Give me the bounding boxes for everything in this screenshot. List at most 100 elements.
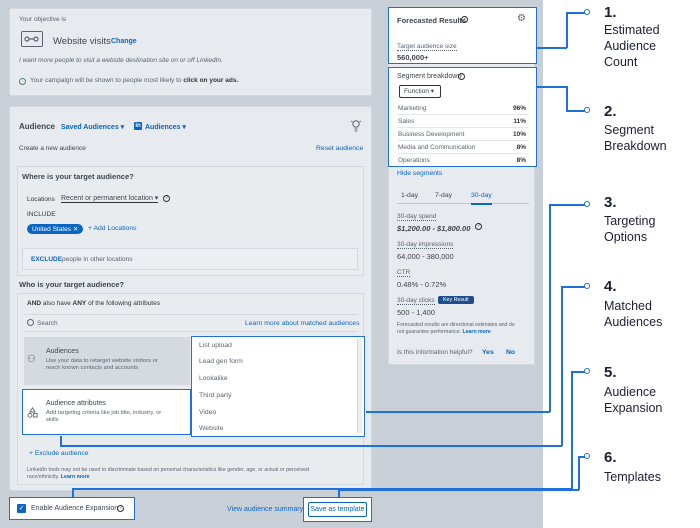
change-objective-link[interactable]: Change	[111, 38, 137, 45]
callout-1-number: 1.	[604, 4, 617, 21]
connector-3-dot	[584, 201, 590, 207]
ctr-value: 0.48% - 0.72%	[397, 280, 447, 289]
segment-title: Segment breakdown	[397, 73, 462, 80]
helpful-question: Is this information helpful?	[397, 349, 473, 356]
objective-note: Your campaign will be shown to people mo…	[30, 77, 239, 84]
connector-4-dot	[584, 283, 590, 289]
segment-select[interactable]: Function ▾	[399, 85, 441, 98]
disclaimer-line1: LinkedIn tools may not be used to discri…	[27, 467, 310, 473]
connector-6-v-left	[338, 489, 340, 498]
callout-2-number: 2.	[604, 103, 617, 120]
where-question: Where is your target audience?	[22, 172, 134, 181]
connector-4-h-bottom	[60, 445, 562, 447]
learn-more-matched-link[interactable]: Learn more about matched audiences	[245, 320, 360, 327]
connector-5-v	[571, 371, 573, 489]
callout-1-label: Estimated Audience Count	[604, 23, 660, 69]
connector-6-dot	[584, 453, 590, 459]
connector-2-h	[537, 86, 567, 88]
create-new-audience-label: Create a new audience	[19, 145, 86, 152]
dropdown-item-lead-gen-form[interactable]: Lead gen form	[199, 358, 243, 365]
add-locations-button[interactable]: + Add Locations	[88, 225, 137, 232]
location-pill-united-states[interactable]: United States ✕	[27, 224, 84, 234]
connector-1-h	[537, 47, 567, 49]
expansion-help-icon[interactable]: ?	[117, 505, 124, 512]
objective-description: I want more people to visit a website de…	[19, 57, 223, 64]
dropdown-item-lookalike[interactable]: Lookalike	[199, 375, 228, 382]
dropdown-item-list-upload[interactable]: List upload	[199, 342, 232, 349]
audience-attributes-desc2: skills	[46, 417, 59, 423]
expansion-checkbox[interactable]: ✓	[17, 504, 26, 513]
helpful-no-button[interactable]: No	[506, 349, 515, 356]
help-icon[interactable]: ?	[163, 195, 170, 202]
target-size-label: Target audience size	[397, 43, 457, 51]
impressions-value: 64,000 - 380,000	[397, 252, 454, 261]
callout-6-number: 6.	[604, 449, 617, 466]
dropdown-scrollbar[interactable]	[357, 339, 362, 433]
include-label: INCLUDE	[27, 211, 56, 218]
segment-help-icon[interactable]: ?	[458, 73, 465, 80]
connector-4-h	[561, 286, 585, 288]
dropdown-item-video[interactable]: Video	[199, 409, 216, 416]
objective-header: Your objective is	[19, 16, 67, 23]
spend-info-icon[interactable]: ?	[475, 223, 482, 230]
key-result-badge: Key Result	[438, 296, 474, 304]
callout-4-number: 4.	[604, 278, 617, 295]
callout-4-label: Matched Audiences	[604, 299, 663, 329]
connector-3-v	[549, 204, 551, 412]
audiences-option-title: Audiences	[46, 348, 79, 355]
reset-audience-link[interactable]: Reset audience	[316, 145, 363, 152]
gear-icon[interactable]: ⚙	[517, 13, 526, 24]
ctr-label: CTR	[397, 269, 411, 277]
tab-7-day[interactable]: 7-day	[435, 192, 452, 199]
clicks-value: 500 - 1,400	[397, 308, 435, 317]
audience-attributes-title: Audience attributes	[46, 400, 106, 407]
search-icon	[27, 319, 34, 326]
forecast-footnote2: not guarantee performance. Learn more	[397, 329, 491, 335]
segment-row-sales: Sales 11%	[398, 115, 528, 128]
audiences-option-desc2: reach known contacts and accounts	[46, 365, 139, 371]
audience-attributes-desc1: Add targeting criteria like job title, i…	[46, 410, 162, 416]
connector-6-v	[578, 456, 580, 490]
exclude-audience-button[interactable]: + Exclude audience	[29, 450, 89, 457]
forecast-learn-more-link[interactable]: Learn more	[462, 329, 490, 335]
dropdown-item-website[interactable]: Website	[199, 425, 223, 432]
saved-audiences-menu[interactable]: Saved Audiences ▾	[61, 123, 124, 131]
connector-5-v-left	[72, 488, 74, 498]
locations-label: Locations	[27, 196, 55, 203]
connector-2-h2	[566, 110, 585, 112]
disclaimer-learn-more-link[interactable]: Learn more	[61, 474, 90, 480]
segment-row-business-development: Business Development 10%	[398, 128, 528, 141]
save-as-template-button[interactable]: Save as template	[308, 502, 367, 517]
hide-segments-link[interactable]: Hide segments	[397, 170, 442, 177]
callout-2-label: Segment Breakdown	[604, 123, 667, 153]
audiences-menu[interactable]: Audiences ▾	[145, 123, 186, 131]
segment-row-marketing: Marketing 96%	[398, 102, 528, 115]
forecast-help-icon[interactable]: ?	[461, 16, 468, 23]
connector-1-v	[566, 12, 568, 48]
people-group-icon: ⚇	[27, 354, 36, 365]
search-input[interactable]: Search	[37, 320, 58, 327]
attributes-shapes-icon	[27, 405, 38, 418]
connector-2-dot	[584, 107, 590, 113]
tab-30-day[interactable]: 30-day	[471, 192, 492, 205]
check-circle-icon	[19, 78, 26, 85]
callout-5-label: Audience Expansion	[604, 385, 663, 415]
helpful-yes-button[interactable]: Yes	[482, 349, 494, 356]
segment-row-operations: Operations 8%	[398, 157, 526, 164]
clicks-label: 30-day clicks	[397, 297, 435, 305]
connector-2-v	[566, 86, 568, 111]
view-audience-summary-link[interactable]: View audience summary	[227, 506, 303, 513]
impressions-label: 30-day impressions	[397, 241, 454, 249]
dropdown-item-third-party[interactable]: Third party	[199, 392, 231, 399]
connector-5-h	[571, 371, 585, 373]
who-question: Who is your target audience?	[19, 280, 125, 289]
tab-1-day[interactable]: 1-day	[401, 192, 418, 199]
locations-select[interactable]: Recent or permanent location ▾	[61, 194, 159, 203]
connector-6-h-bottom	[338, 489, 579, 491]
lightbulb-icon[interactable]	[350, 119, 362, 132]
connector-1-h2	[566, 12, 585, 14]
target-size-value: 560,000+	[397, 53, 429, 62]
callout-6-label: Templates	[604, 470, 661, 484]
exclude-label[interactable]: EXCLUDE	[31, 256, 62, 263]
spend-value: $1,200.00 - $1,800.00	[397, 224, 471, 233]
